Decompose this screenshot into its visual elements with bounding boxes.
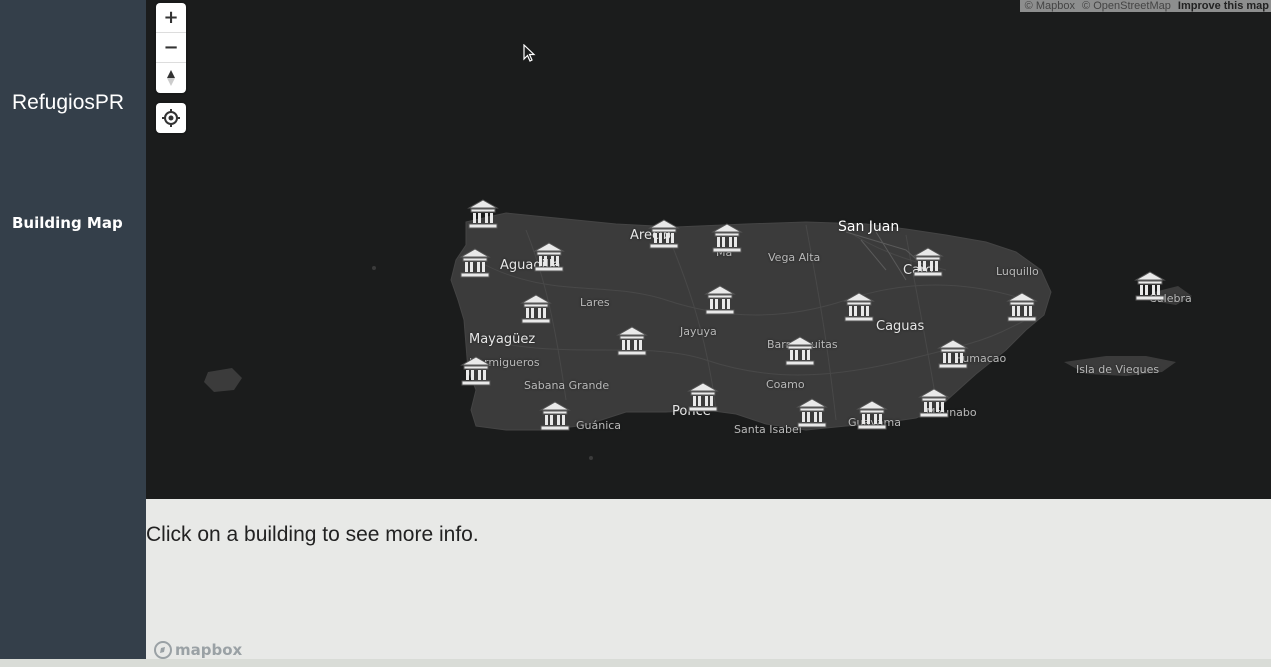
place-label: Vega Alta: [768, 251, 821, 264]
sidebar: RefugiosPR Building Map: [0, 0, 146, 659]
geolocate-button[interactable]: [156, 103, 186, 133]
place-label: Mayagüez: [469, 332, 536, 347]
building-marker[interactable]: [647, 217, 681, 251]
building-marker[interactable]: [855, 398, 889, 432]
building-icon: [784, 336, 816, 366]
building-icon: [687, 382, 719, 412]
building-icon: [460, 356, 492, 386]
mapbox-attribution-link[interactable]: © Mapbox: [1025, 0, 1075, 12]
compass-icon: [167, 70, 175, 86]
place-label: Coamo: [766, 378, 805, 391]
building-icon: [520, 294, 552, 324]
map-basemap: [204, 212, 1192, 460]
app: RefugiosPR Building Map San Juan Arecib …: [0, 0, 1271, 667]
building-marker[interactable]: [936, 337, 970, 371]
building-icon: [467, 199, 499, 229]
plus-icon: +: [163, 7, 179, 28]
map[interactable]: San Juan Arecib Ma Vega Alta Caro Luquil…: [146, 0, 1271, 499]
building-icon: [843, 292, 875, 322]
building-icon: [796, 398, 828, 428]
info-panel: Click on a building to see more info.: [146, 499, 1271, 659]
building-icon: [1134, 271, 1166, 301]
place-label: San Juan: [838, 219, 900, 235]
navigation-control: + −: [156, 3, 186, 93]
building-marker[interactable]: [710, 221, 744, 255]
building-marker[interactable]: [538, 399, 572, 433]
building-marker[interactable]: [783, 334, 817, 368]
place-label: Jayuya: [680, 325, 717, 338]
map-attribution: © Mapbox © OpenStreetMap Improve this ma…: [1019, 0, 1271, 12]
place-label: Guánica: [576, 419, 622, 432]
building-marker[interactable]: [842, 290, 876, 324]
minus-icon: −: [163, 37, 179, 58]
building-icon: [918, 388, 950, 418]
info-message: Click on a building to see more info.: [146, 523, 479, 546]
building-marker[interactable]: [532, 240, 566, 274]
building-icon: [912, 247, 944, 277]
place-label: Santa Isabel: [734, 423, 802, 436]
zoom-in-button[interactable]: +: [156, 3, 186, 33]
place-label: Luquillo: [996, 265, 1039, 278]
building-icon: [539, 401, 571, 431]
mouse-cursor-icon: [523, 44, 536, 62]
building-marker[interactable]: [911, 245, 945, 279]
building-marker[interactable]: [795, 396, 829, 430]
mapbox-logo-icon: [154, 641, 172, 659]
building-marker[interactable]: [466, 197, 500, 231]
building-marker[interactable]: [519, 292, 553, 326]
mapbox-logo[interactable]: mapbox: [153, 640, 242, 660]
zoom-out-button[interactable]: −: [156, 33, 186, 63]
place-label: Caguas: [876, 319, 925, 334]
building-marker[interactable]: [917, 386, 951, 420]
place-label: Isla de Vieques: [1076, 363, 1160, 376]
building-icon: [459, 248, 491, 278]
building-marker[interactable]: [1133, 269, 1167, 303]
building-icon: [648, 219, 680, 249]
brand-title[interactable]: RefugiosPR: [12, 91, 124, 115]
building-icon: [704, 285, 736, 315]
mapbox-logo-text: mapbox: [175, 641, 243, 659]
osm-attribution-link[interactable]: © OpenStreetMap: [1082, 0, 1171, 12]
building-icon: [533, 242, 565, 272]
building-marker[interactable]: [615, 324, 649, 358]
compass-button[interactable]: [156, 63, 186, 93]
building-marker[interactable]: [686, 380, 720, 414]
place-label: Lares: [580, 296, 610, 309]
building-icon: [937, 339, 969, 369]
building-icon: [1006, 292, 1038, 322]
geolocate-icon: [162, 109, 180, 127]
building-marker[interactable]: [703, 283, 737, 317]
building-marker[interactable]: [458, 246, 492, 280]
improve-map-link[interactable]: Improve this map: [1178, 0, 1269, 12]
building-marker[interactable]: [1005, 290, 1039, 324]
building-icon: [711, 223, 743, 253]
place-label: Sabana Grande: [524, 379, 610, 392]
nav-building-map[interactable]: Building Map: [12, 214, 123, 232]
bottom-strip: [0, 659, 1271, 667]
building-icon: [856, 400, 888, 430]
building-marker[interactable]: [459, 354, 493, 388]
building-icon: [616, 326, 648, 356]
